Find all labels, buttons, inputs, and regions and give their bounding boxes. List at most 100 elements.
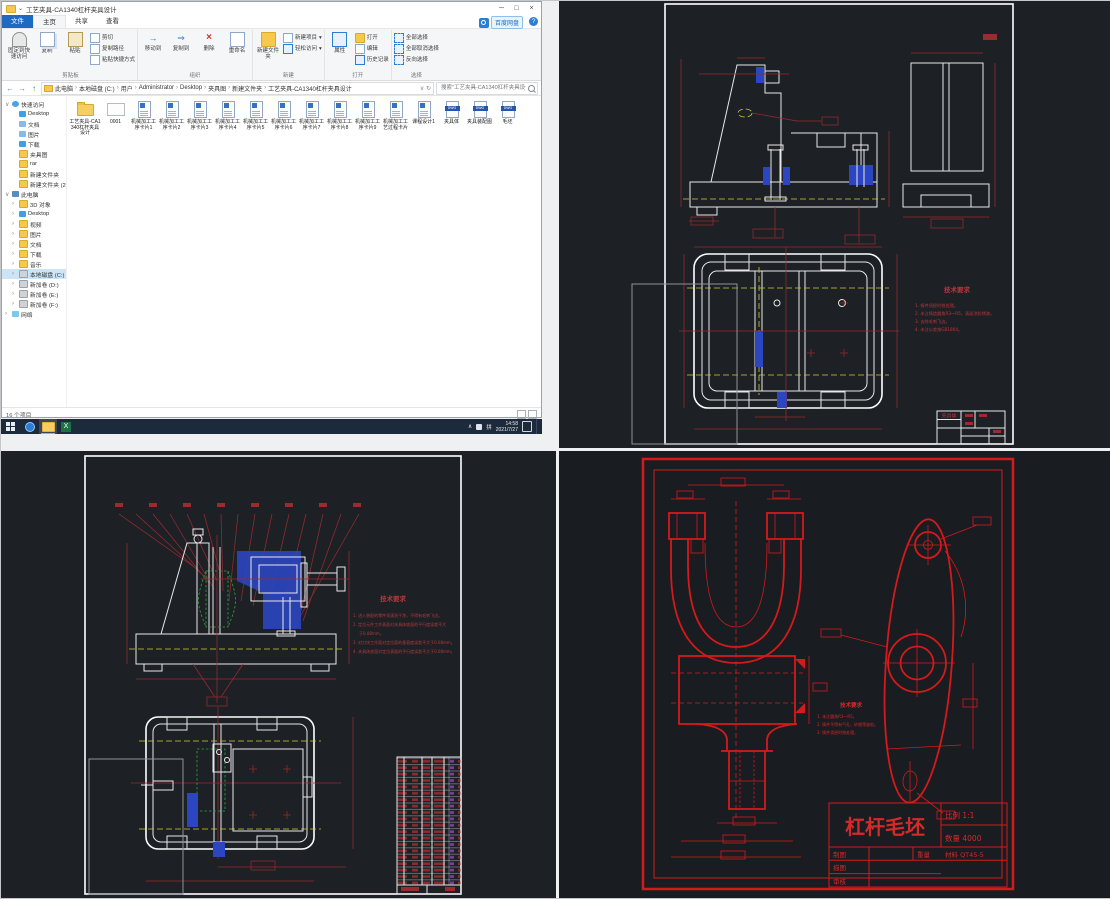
sidebar-item-pc-pictures[interactable]: ›图片 (2, 229, 66, 239)
close-button[interactable]: × (524, 3, 539, 14)
back-button[interactable]: ← (5, 84, 15, 93)
tray-expand-icon[interactable]: ∧ (468, 423, 472, 430)
file-item-blank-dwg[interactable]: 毛坯 (494, 99, 521, 126)
crumb-administrator[interactable]: Administrator (139, 85, 174, 91)
sidebar-item-network[interactable]: ›网络 (2, 309, 66, 319)
sidebar-item-volume-d[interactable]: ›新加卷 (D:) (2, 279, 66, 289)
maximize-button[interactable]: □ (509, 3, 524, 14)
file-item-card4[interactable]: 机械加工工序卡片4 (214, 99, 241, 131)
tab-home[interactable]: 主页 (33, 15, 66, 28)
crumb-new-folder[interactable]: 新建文件夹 (232, 84, 262, 93)
sidebar-item-rar[interactable]: rar (2, 159, 66, 169)
crumb-c-drive[interactable]: 本地磁盘 (C:) (79, 84, 115, 93)
sidebar-item-videos[interactable]: ›视频 (2, 219, 66, 229)
crumb-current-folder[interactable]: 工艺夹具-CA1340杠杆夹具设计 (268, 84, 352, 93)
invert-selection-button[interactable]: 反向选择 (394, 55, 439, 65)
move-to-button[interactable]: → 移动到 (140, 31, 166, 52)
sidebar-item-pc-documents[interactable]: ›文档 (2, 239, 66, 249)
help-icon[interactable]: ? (529, 17, 538, 26)
breadcrumb[interactable]: 此电脑› 本地磁盘 (C:)› 用户› Administrator› Deskt… (41, 82, 434, 95)
open-button[interactable]: 打开 (355, 33, 389, 43)
sidebar-item-downloads[interactable]: 下载 (2, 139, 66, 149)
copy-path-button[interactable]: 复制路径 (90, 44, 135, 54)
copy-button[interactable]: 复制 (34, 31, 60, 54)
bom-table (397, 757, 461, 894)
search-box[interactable] (436, 82, 538, 95)
tray-volume-icon[interactable] (476, 424, 482, 430)
show-desktop-button[interactable] (536, 419, 539, 434)
pin-quick-access-button[interactable]: 固定到快速访问 (6, 31, 32, 60)
file-item-card3[interactable]: 机械加工工序卡片3 (186, 99, 213, 131)
sidebar-item-volume-f[interactable]: ›新加卷 (F:) (2, 299, 66, 309)
sidebar-item-pc-downloads[interactable]: ›下载 (2, 249, 66, 259)
sidebar-item-local-disk-c[interactable]: ›本地磁盘 (C:) (2, 269, 66, 279)
sidebar-item-documents[interactable]: 文档 (2, 119, 66, 129)
taskbar-explorer[interactable] (39, 419, 57, 434)
file-item-card7[interactable]: 机械加工工序卡片7 (298, 99, 325, 131)
up-button[interactable]: ↑ (29, 84, 39, 93)
ime-indicator[interactable]: 拼 (486, 423, 492, 431)
start-button[interactable] (6, 422, 15, 431)
edit-button[interactable]: 编辑 (355, 44, 389, 54)
doc-icon (166, 101, 179, 118)
rename-button[interactable]: 重命名 (224, 31, 250, 54)
file-item-card6[interactable]: 机械加工工序卡片6 (270, 99, 297, 131)
file-item-process-card[interactable]: 机械加工工艺过程卡片 (382, 99, 409, 131)
crumb-this-pc[interactable]: 此电脑 (55, 84, 73, 93)
tab-view[interactable]: 查看 (97, 15, 128, 28)
cut-button[interactable]: 剪切 (90, 33, 135, 43)
list-view-icon[interactable] (517, 410, 526, 419)
file-item-card9[interactable]: 机械加工工序卡片9 (354, 99, 381, 131)
select-none-button[interactable]: 全部取消选择 (394, 44, 439, 54)
copy-to-button[interactable]: ⇒ 复制到 (168, 31, 194, 52)
sidebar-item-pictures[interactable]: 图片 (2, 129, 66, 139)
minimize-button[interactable]: ─ (494, 3, 509, 14)
window-title: 工艺夹具-CA1340杠杆夹具设计 (26, 4, 494, 14)
file-item-assembly-dwg[interactable]: 夹具装配图 (466, 99, 493, 126)
sidebar-item-volume-e[interactable]: ›新加卷 (E:) (2, 289, 66, 299)
sidebar-item-3d-objects[interactable]: ›3D 对象 (2, 199, 66, 209)
file-item-card2[interactable]: 机械加工工序卡片2 (158, 99, 185, 131)
taskbar-browser[interactable] (21, 419, 39, 434)
action-center-icon[interactable] (522, 421, 532, 432)
easy-access-button[interactable]: 轻松访问 ▾ (283, 44, 322, 54)
sidebar-item-pc-desktop[interactable]: ›Desktop (2, 209, 66, 219)
quick-access-toolbar[interactable]: ⌄ (18, 5, 23, 12)
refresh-icon[interactable]: ∨ ↻ (420, 85, 431, 92)
delete-button[interactable]: × 删除 (196, 31, 222, 52)
file-item-0001[interactable]: 0001 (102, 99, 129, 126)
copy-icon (40, 32, 55, 47)
sidebar-item-new-folder[interactable]: 新建文件夹 (2, 169, 66, 179)
taskbar-excel[interactable]: X (57, 419, 75, 434)
file-item-folder[interactable]: 工艺夹具-CA1340杠杆夹具设计 (69, 99, 101, 137)
crumb-users[interactable]: 用户 (121, 84, 133, 93)
crumb-desktop[interactable]: Desktop (180, 85, 202, 91)
taskbar-clock[interactable]: 14:58 2021/7/27 (496, 421, 518, 433)
forward-button[interactable]: → (17, 84, 27, 93)
file-item-fixture-body-dwg[interactable]: 夹具体 (438, 99, 465, 126)
search-input[interactable] (439, 84, 528, 92)
history-button[interactable]: 历史记录 (355, 55, 389, 65)
thumbnail-view-icon[interactable] (528, 410, 537, 419)
ribbon-group-organize: → 移动到 ⇒ 复制到 × 删除 重命名 (138, 30, 253, 80)
new-item-button[interactable]: 新建项目 ▾ (283, 33, 322, 43)
select-all-button[interactable]: 全部选择 (394, 33, 439, 43)
file-item-card1[interactable]: 机械加工工序卡片1 (130, 99, 157, 131)
sidebar-item-music[interactable]: ›音乐 (2, 259, 66, 269)
tab-share[interactable]: 共享 (66, 15, 97, 28)
paste-shortcut-button[interactable]: 粘贴快捷方式 (90, 55, 135, 65)
netdisk-plugin-button[interactable]: 百度网盘 (479, 16, 523, 29)
crumb-jiaju-tu[interactable]: 夹具图 (208, 84, 226, 93)
file-item-card8[interactable]: 机械加工工序卡片8 (326, 99, 353, 131)
sidebar-section-quick-access[interactable]: ∨快速访问 (2, 99, 66, 109)
properties-button[interactable]: 属性 (327, 31, 353, 54)
tab-file[interactable]: 文件 (2, 15, 33, 28)
sidebar-section-this-pc[interactable]: ∨此电脑 (2, 189, 66, 199)
paste-button[interactable]: 粘贴 (62, 31, 88, 54)
sidebar-item-jiajutu[interactable]: 夹具图 (2, 149, 66, 159)
file-item-course-design[interactable]: 课程设计1 (410, 99, 437, 126)
new-folder-button[interactable]: 新建文件夹 (255, 31, 281, 60)
file-item-card5[interactable]: 机械加工工序卡片5 (242, 99, 269, 131)
sidebar-item-desktop[interactable]: Desktop (2, 109, 66, 119)
sidebar-item-new-folder-2[interactable]: 新建文件夹 (2) (2, 179, 66, 189)
